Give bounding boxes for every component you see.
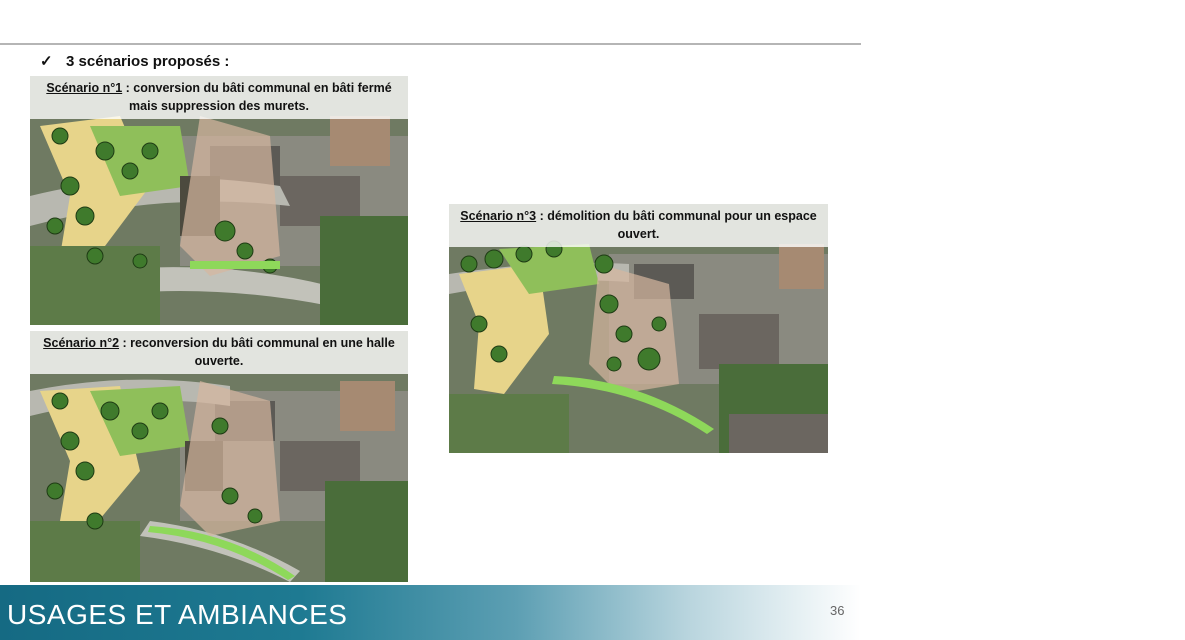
scenario-3-caption: Scénario n°3 : démolition du bâti commun… (449, 204, 828, 247)
header-divider (0, 43, 861, 45)
scenario-1-caption: Scénario n°1 : conversion du bâti commun… (30, 76, 408, 119)
scenario-3-label: Scénario n°3 (460, 209, 537, 223)
section-title: USAGES ET AMBIANCES (7, 599, 348, 630)
checkmark-icon: ✓ (40, 53, 53, 70)
scenario-2-description: : reconversion du bâti communal en une h… (119, 336, 395, 368)
intro-text: 3 scénarios proposés : (66, 52, 230, 70)
intro-bullet: ✓ 3 scénarios proposés : (40, 52, 230, 71)
page-number: 36 (830, 603, 845, 618)
scenario-2-caption: Scénario n°2 : reconversion du bâti comm… (30, 331, 408, 374)
scenario-1-label: Scénario n°1 (46, 81, 123, 95)
scenario-1-plan: Scénario n°1 : conversion du bâti commun… (30, 76, 408, 325)
scenario-2-label: Scénario n°2 (43, 336, 120, 350)
scenario-3-description: : démolition du bâti communal pour un es… (536, 209, 817, 241)
footer-banner: USAGES ET AMBIANCES 36 (0, 585, 861, 640)
scenario-3-plan: Scénario n°3 : démolition du bâti commun… (449, 204, 828, 453)
scenario-2-plan: Scénario n°2 : reconversion du bâti comm… (30, 331, 408, 582)
scenario-1-description: : conversion du bâti communal en bâti fe… (122, 81, 392, 113)
